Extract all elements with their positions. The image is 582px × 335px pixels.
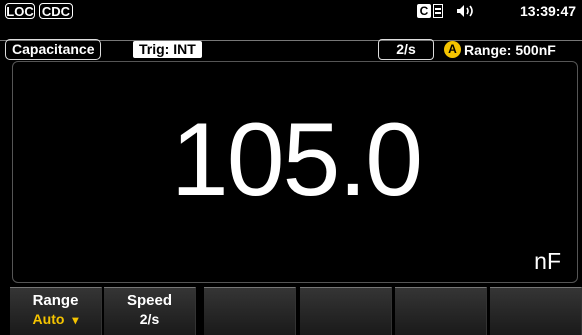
softkey-5[interactable] — [395, 287, 487, 335]
range-indicator: Range: 500nF — [464, 42, 556, 58]
softkey-range-value: Auto ▾ — [32, 311, 79, 327]
softkey-range-label: Range — [32, 292, 79, 309]
softkey-4[interactable] — [300, 287, 392, 335]
softkey-speed-value: 2/s — [139, 311, 160, 327]
softkey-3[interactable] — [204, 287, 296, 335]
measurement-reading: 105.0 — [170, 102, 423, 218]
loc-indicator: LOC — [5, 3, 35, 19]
chevron-down-icon: ▾ — [72, 313, 79, 327]
memory-icon — [433, 4, 443, 18]
softkey-speed-label: Speed — [126, 292, 172, 309]
cdc-indicator: CDC — [39, 3, 73, 19]
speed-indicator: 2/s — [378, 39, 434, 60]
measurement-mode-tab[interactable]: Capacitance — [5, 39, 102, 60]
auto-range-badge: A — [444, 41, 461, 58]
softkey-speed[interactable]: Speed 2/s — [104, 287, 196, 335]
measurement-unit: nF — [534, 248, 561, 274]
clock: 13:39:47 — [520, 3, 577, 19]
softkey-range[interactable]: Range Auto ▾ — [10, 287, 102, 335]
trigger-indicator: Trig: INT — [133, 41, 202, 58]
status-bar: LOC CDC C 13:39:47 — [0, 0, 582, 22]
c-status-icon: C — [417, 4, 431, 18]
speaker-icon — [457, 5, 473, 17]
softkey-6[interactable] — [490, 287, 582, 335]
main-display: 105.0 nF — [12, 61, 578, 283]
